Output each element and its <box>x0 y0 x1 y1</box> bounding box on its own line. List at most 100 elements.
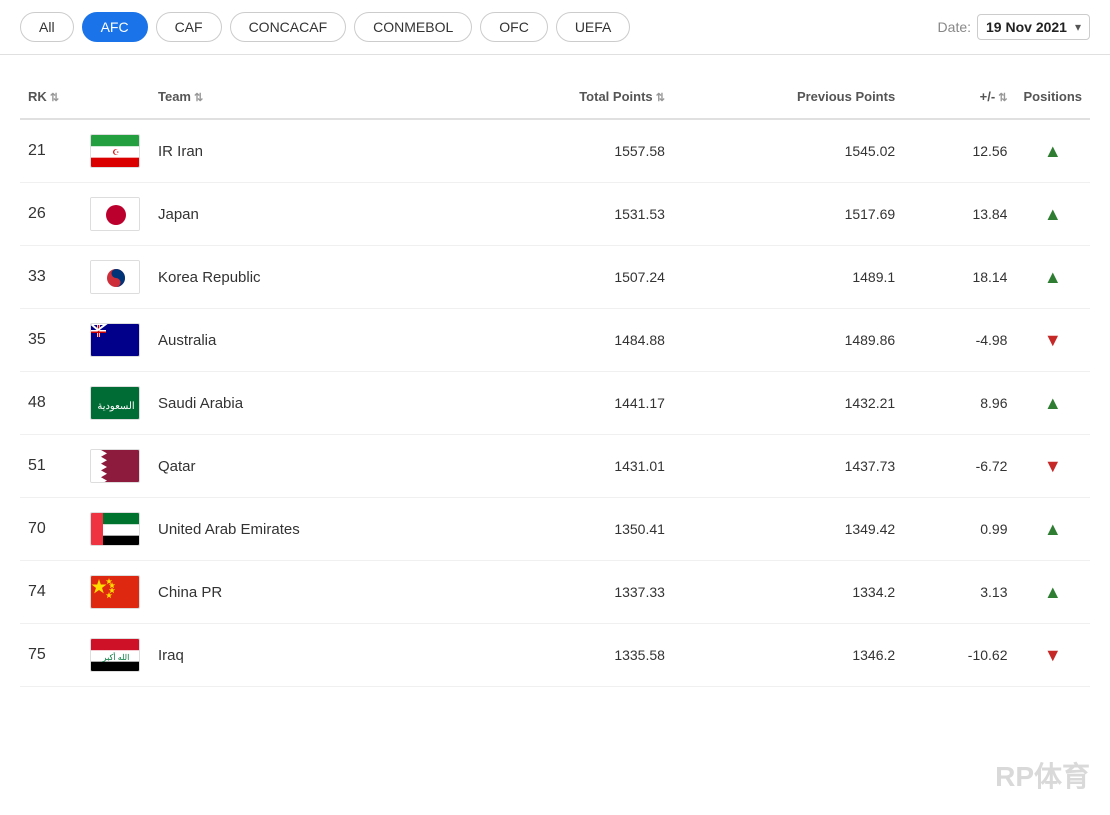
team-flag <box>90 449 140 483</box>
chevron-down-icon: ▾ <box>1075 20 1081 34</box>
team-name-cell: Japan <box>150 183 468 246</box>
prev-points-cell: 1349.42 <box>673 498 903 561</box>
flag-cell: الله أكبر <box>80 624 150 687</box>
rankings-table: RK Team Total Points Previous Points +/-… <box>20 75 1090 687</box>
arrow-up-icon: ▲ <box>1044 141 1062 161</box>
filter-btn-conmebol[interactable]: CONMEBOL <box>354 12 472 42</box>
change-cell: 8.96 <box>903 372 1015 435</box>
team-flag <box>90 575 140 609</box>
team-flag: ☪ <box>90 134 140 168</box>
arrow-up-icon: ▲ <box>1044 204 1062 224</box>
arrow-down-icon: ▼ <box>1044 330 1062 350</box>
flag-cell: ☪ <box>80 119 150 183</box>
rankings-table-container: RK Team Total Points Previous Points +/-… <box>0 75 1110 687</box>
svg-text:‫السعودية‬: ‫السعودية‬ <box>97 401 134 412</box>
change-cell: -6.72 <box>903 435 1015 498</box>
position-arrow-cell: ▲ <box>1015 498 1090 561</box>
watermark: RP体育 <box>995 755 1090 795</box>
arrow-down-icon: ▼ <box>1044 645 1062 665</box>
change-cell: 12.56 <box>903 119 1015 183</box>
svg-text:الله أكبر: الله أكبر <box>102 651 130 662</box>
table-row: 35 Australia 1484.88 1489.86 -4.98 ▼ <box>20 309 1090 372</box>
team-name-cell: Iraq <box>150 624 468 687</box>
flag-cell <box>80 183 150 246</box>
total-points-cell: 1484.88 <box>468 309 673 372</box>
flag-cell <box>80 435 150 498</box>
total-points-cell: 1557.58 <box>468 119 673 183</box>
team-name-cell: Saudi Arabia <box>150 372 468 435</box>
col-header-team[interactable]: Team <box>150 75 468 119</box>
team-name-cell: Qatar <box>150 435 468 498</box>
col-header-change[interactable]: +/- <box>903 75 1015 119</box>
team-flag <box>90 197 140 231</box>
position-arrow-cell: ▲ <box>1015 119 1090 183</box>
team-flag <box>90 512 140 546</box>
arrow-up-icon: ▲ <box>1044 582 1062 602</box>
filter-btn-concacaf[interactable]: CONCACAF <box>230 12 347 42</box>
table-row: 21 ☪ IR Iran 1557.58 1545.02 12.56 ▲ <box>20 119 1090 183</box>
team-flag: ‫السعودية‬ <box>90 386 140 420</box>
team-flag: الله أكبر <box>90 638 140 672</box>
position-arrow-cell: ▼ <box>1015 309 1090 372</box>
flag-cell <box>80 561 150 624</box>
change-cell: -4.98 <box>903 309 1015 372</box>
filter-btn-all[interactable]: All <box>20 12 74 42</box>
prev-points-cell: 1346.2 <box>673 624 903 687</box>
col-header-flag <box>80 75 150 119</box>
arrow-up-icon: ▲ <box>1044 393 1062 413</box>
flag-cell <box>80 309 150 372</box>
table-row: 33 Korea Republic 1507.24 1489.1 18.14 ▲ <box>20 246 1090 309</box>
team-name-cell: IR Iran <box>150 119 468 183</box>
prev-points-cell: 1517.69 <box>673 183 903 246</box>
prev-points-cell: 1489.1 <box>673 246 903 309</box>
change-cell: 0.99 <box>903 498 1015 561</box>
total-points-cell: 1507.24 <box>468 246 673 309</box>
total-points-cell: 1337.33 <box>468 561 673 624</box>
col-header-previous-points: Previous Points <box>673 75 903 119</box>
position-arrow-cell: ▲ <box>1015 183 1090 246</box>
col-header-total-points[interactable]: Total Points <box>468 75 673 119</box>
filter-buttons: All AFC CAF CONCACAFCONMEBOL OFC UEFA <box>20 12 630 42</box>
prev-points-cell: 1545.02 <box>673 119 903 183</box>
col-header-rk[interactable]: RK <box>20 75 80 119</box>
table-header-row: RK Team Total Points Previous Points +/-… <box>20 75 1090 119</box>
change-cell: -10.62 <box>903 624 1015 687</box>
change-cell: 3.13 <box>903 561 1015 624</box>
total-points-cell: 1350.41 <box>468 498 673 561</box>
position-arrow-cell: ▼ <box>1015 435 1090 498</box>
change-cell: 18.14 <box>903 246 1015 309</box>
position-arrow-cell: ▼ <box>1015 624 1090 687</box>
prev-points-cell: 1437.73 <box>673 435 903 498</box>
rank-cell: 35 <box>20 309 80 372</box>
rank-cell: 26 <box>20 183 80 246</box>
date-label: Date: <box>938 19 971 35</box>
rank-cell: 74 <box>20 561 80 624</box>
arrow-down-icon: ▼ <box>1044 456 1062 476</box>
team-name-cell: Korea Republic <box>150 246 468 309</box>
total-points-cell: 1441.17 <box>468 372 673 435</box>
rank-cell: 33 <box>20 246 80 309</box>
team-name-cell: China PR <box>150 561 468 624</box>
svg-text:☪: ☪ <box>112 148 119 157</box>
prev-points-cell: 1432.21 <box>673 372 903 435</box>
filter-btn-uefa[interactable]: UEFA <box>556 12 631 42</box>
team-flag <box>90 260 140 294</box>
filter-btn-caf[interactable]: CAF <box>156 12 222 42</box>
change-cell: 13.84 <box>903 183 1015 246</box>
date-dropdown-wrapper[interactable]: 19 Nov 2021 ▾ <box>977 14 1090 40</box>
total-points-cell: 1531.53 <box>468 183 673 246</box>
arrow-up-icon: ▲ <box>1044 519 1062 539</box>
position-arrow-cell: ▲ <box>1015 561 1090 624</box>
table-row: 48 ‫السعودية‬ Saudi Arabia 1441.17 1432.… <box>20 372 1090 435</box>
prev-points-cell: 1489.86 <box>673 309 903 372</box>
flag-cell <box>80 498 150 561</box>
rank-cell: 75 <box>20 624 80 687</box>
filter-btn-afc[interactable]: AFC <box>82 12 148 42</box>
table-row: 26 Japan 1531.53 1517.69 13.84 ▲ <box>20 183 1090 246</box>
total-points-cell: 1335.58 <box>468 624 673 687</box>
filter-bar: All AFC CAF CONCACAFCONMEBOL OFC UEFA Date: 1… <box>0 0 1110 55</box>
filter-btn-ofc[interactable]: OFC <box>480 12 548 42</box>
prev-points-cell: 1334.2 <box>673 561 903 624</box>
table-row: 70 United Arab Emirates 1350.41 1349.42 … <box>20 498 1090 561</box>
table-body: 21 ☪ IR Iran 1557.58 1545.02 12.56 ▲ 26 … <box>20 119 1090 687</box>
